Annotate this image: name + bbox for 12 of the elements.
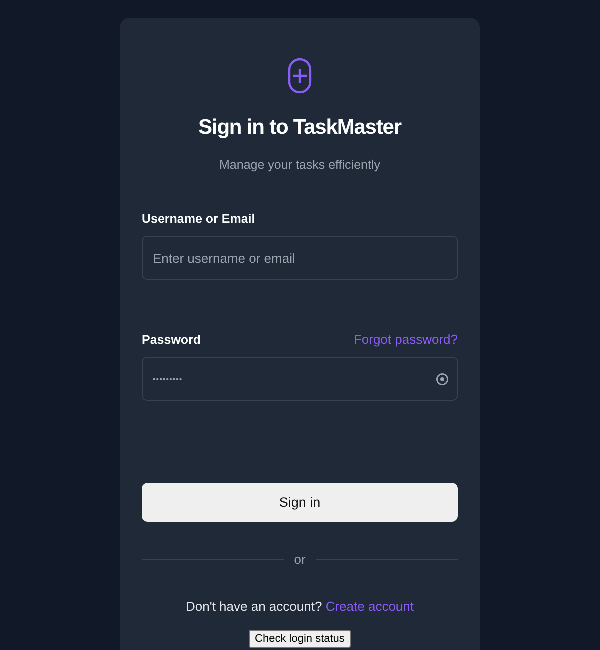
signup-prompt: Don't have an account? — [186, 599, 322, 614]
login-subtitle: Manage your tasks efficiently — [218, 158, 382, 172]
password-field[interactable]: ••••••••• — [142, 357, 458, 401]
divider-text: or — [294, 552, 306, 567]
check-status-button[interactable]: Check login status — [249, 630, 351, 648]
sign-in-button[interactable]: Sign in — [142, 483, 458, 522]
username-field[interactable]: Enter username or email — [142, 236, 458, 280]
login-title: Sign in to TaskMaster — [198, 116, 403, 140]
username-label: Username or Email — [142, 212, 256, 226]
forgot-password-link[interactable]: Forgot password? — [354, 332, 458, 347]
create-account-link[interactable]: Create account — [326, 599, 414, 614]
password-label: Password — [142, 333, 202, 347]
